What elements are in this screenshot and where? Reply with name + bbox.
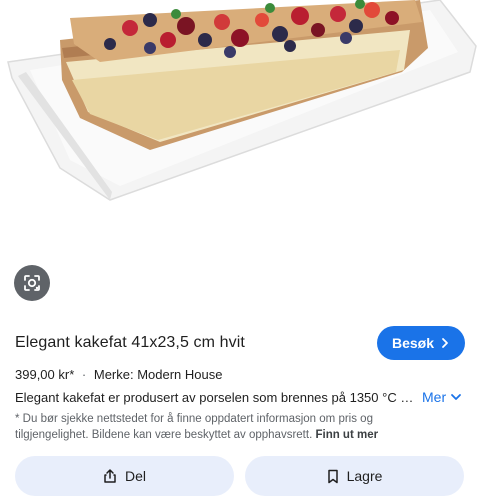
more-label: Mer bbox=[422, 389, 447, 405]
visit-button-label: Besøk bbox=[391, 335, 435, 351]
bookmark-icon bbox=[327, 469, 339, 484]
visual-search-button[interactable] bbox=[14, 265, 50, 301]
more-button[interactable]: Mer bbox=[422, 389, 462, 405]
visit-button[interactable]: Besøk bbox=[377, 326, 465, 360]
copyright-notice: * Du bør sjekke nettstedet for å finne o… bbox=[15, 411, 415, 443]
cake-platter-illustration bbox=[7, 0, 477, 201]
product-title: Elegant kakefat 41x23,5 cm hvit bbox=[15, 334, 245, 351]
share-button[interactable]: Del bbox=[15, 456, 234, 496]
save-label: Lagre bbox=[346, 468, 383, 484]
chevron-right-icon bbox=[440, 337, 450, 349]
chevron-down-icon bbox=[450, 393, 462, 401]
lens-icon bbox=[22, 273, 42, 293]
share-icon bbox=[103, 468, 117, 484]
price: 399,00 kr* bbox=[15, 367, 75, 382]
learn-more-link[interactable]: Finn ut mer bbox=[315, 429, 378, 441]
share-label: Del bbox=[124, 468, 146, 484]
save-button[interactable]: Lagre bbox=[245, 456, 464, 496]
product-image[interactable] bbox=[0, 0, 480, 240]
brand: Merke: Modern House bbox=[93, 367, 223, 382]
meta-separator: · bbox=[81, 367, 87, 382]
product-meta: 399,00 kr* · Merke: Modern House bbox=[15, 367, 222, 382]
product-description: Elegant kakefat er produsert av porselen… bbox=[15, 390, 415, 405]
